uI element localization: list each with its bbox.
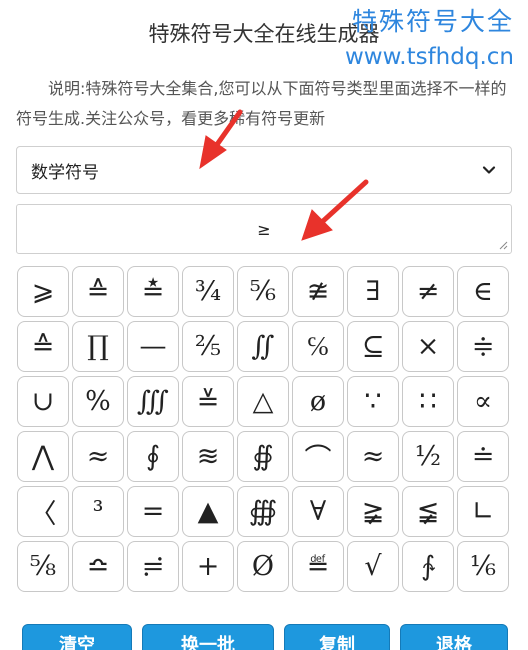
resize-grip-icon[interactable] bbox=[498, 240, 508, 250]
symbol-cell[interactable]: ≙ bbox=[72, 266, 124, 317]
copy-button[interactable]: 复制 bbox=[284, 624, 390, 650]
symbol-cell[interactable]: ∝ bbox=[457, 376, 509, 427]
symbol-cell[interactable]: 〈 bbox=[17, 486, 69, 537]
symbol-cell[interactable]: ▲ bbox=[182, 486, 234, 537]
refresh-button[interactable]: 换一批 bbox=[142, 624, 274, 650]
symbol-cell[interactable]: × bbox=[402, 321, 454, 372]
symbol-cell[interactable]: % bbox=[72, 376, 124, 427]
symbol-cell[interactable]: ¾ bbox=[182, 266, 234, 317]
symbol-cell[interactable]: ⌒ bbox=[292, 431, 344, 482]
symbol-cell[interactable]: ∃ bbox=[347, 266, 399, 317]
symbol-cell[interactable]: ≈ bbox=[72, 431, 124, 482]
category-select-value: 数学符号 bbox=[31, 162, 99, 183]
symbol-cell[interactable]: ⅙ bbox=[457, 541, 509, 592]
symbol-cell[interactable]: △ bbox=[237, 376, 289, 427]
output-value: ≥ bbox=[257, 219, 271, 239]
symbol-cell[interactable]: ø bbox=[292, 376, 344, 427]
symbol-cell[interactable]: ⩾ bbox=[17, 266, 69, 317]
symbol-cell[interactable]: ∷ bbox=[402, 376, 454, 427]
symbol-cell[interactable]: ∈ bbox=[457, 266, 509, 317]
symbol-cell[interactable]: ∰ bbox=[237, 486, 289, 537]
action-bar: 清空 换一批 复制 退格 bbox=[22, 624, 522, 650]
symbol-cell[interactable]: — bbox=[127, 321, 179, 372]
watermark-name: 特殊符号大全 bbox=[351, 7, 514, 36]
symbol-cell[interactable]: ≨ bbox=[402, 486, 454, 537]
chevron-down-icon bbox=[482, 166, 496, 174]
clear-button[interactable]: 清空 bbox=[22, 624, 132, 650]
symbol-cell[interactable]: ∯ bbox=[237, 431, 289, 482]
symbol-cell[interactable]: ≈ bbox=[347, 431, 399, 482]
symbol-cell[interactable]: ⅝ bbox=[17, 541, 69, 592]
symbol-grid: ⩾ ≙ ≛ ¾ ⅚ ≇ ∃ ≠ ∈ ≙ ∏ — ⅖ ∬ ℅ ⊆ × ≑ ∪% ∭ ≚ △ ø ∵ ∷ ∝ ⋀ ≈ ∮ ≋ ∯ ⌒ ≈ ½ ≐ 〈 ³ = ▲… bbox=[17, 266, 509, 592]
symbol-cell[interactable]: ∵ bbox=[347, 376, 399, 427]
symbol-cell[interactable]: ∮ bbox=[127, 431, 179, 482]
symbol-cell[interactable]: ∬ bbox=[237, 321, 289, 372]
symbol-cell[interactable]: ≐ bbox=[457, 431, 509, 482]
symbol-cell[interactable]: ≛ bbox=[127, 266, 179, 317]
symbol-cell[interactable]: Ø bbox=[237, 541, 289, 592]
symbol-cell[interactable]: ≩ bbox=[347, 486, 399, 537]
symbol-cell[interactable]: √ bbox=[347, 541, 399, 592]
category-select[interactable]: 数学符号 bbox=[16, 146, 512, 194]
symbol-cell[interactable]: ∟ bbox=[457, 486, 509, 537]
symbol-cell[interactable]: ≚ bbox=[182, 376, 234, 427]
symbol-cell[interactable]: ≠ bbox=[402, 266, 454, 317]
symbol-cell[interactable]: ≝ bbox=[292, 541, 344, 592]
description-text: 说明:特殊符号大全集合,您可以从下面符号类型里面选择不一样的符号生成.关注公众号… bbox=[16, 79, 507, 128]
symbol-cell[interactable]: ⅖ bbox=[182, 321, 234, 372]
symbol-cell[interactable]: ∱ bbox=[402, 541, 454, 592]
output-textarea[interactable]: ≥ bbox=[16, 204, 512, 254]
symbol-cell[interactable]: ⋀ bbox=[17, 431, 69, 482]
symbol-cell[interactable]: ⅚ bbox=[237, 266, 289, 317]
symbol-cell[interactable]: ℅ bbox=[292, 321, 344, 372]
symbol-cell[interactable]: ∀ bbox=[292, 486, 344, 537]
symbol-cell[interactable]: ³ bbox=[72, 486, 124, 537]
symbol-cell[interactable]: = bbox=[127, 486, 179, 537]
symbol-cell[interactable]: ∪ bbox=[17, 376, 69, 427]
symbol-cell[interactable]: ≇ bbox=[292, 266, 344, 317]
symbol-cell[interactable]: ≓ bbox=[127, 541, 179, 592]
symbol-cell[interactable]: ≏ bbox=[72, 541, 124, 592]
symbol-cell[interactable]: ∭ bbox=[127, 376, 179, 427]
watermark: 特殊符号大全 www.tsfhdq.cn bbox=[345, 2, 514, 70]
symbol-cell[interactable]: ⊆ bbox=[347, 321, 399, 372]
symbol-cell[interactable]: + bbox=[182, 541, 234, 592]
symbol-cell[interactable]: ∏ bbox=[72, 321, 124, 372]
symbol-cell[interactable]: ≋ bbox=[182, 431, 234, 482]
symbol-cell[interactable]: ≙ bbox=[17, 321, 69, 372]
symbol-cell[interactable]: ≑ bbox=[457, 321, 509, 372]
symbol-cell[interactable]: ½ bbox=[402, 431, 454, 482]
backspace-button[interactable]: 退格 bbox=[400, 624, 508, 650]
watermark-url: www.tsfhdq.cn bbox=[344, 44, 514, 70]
